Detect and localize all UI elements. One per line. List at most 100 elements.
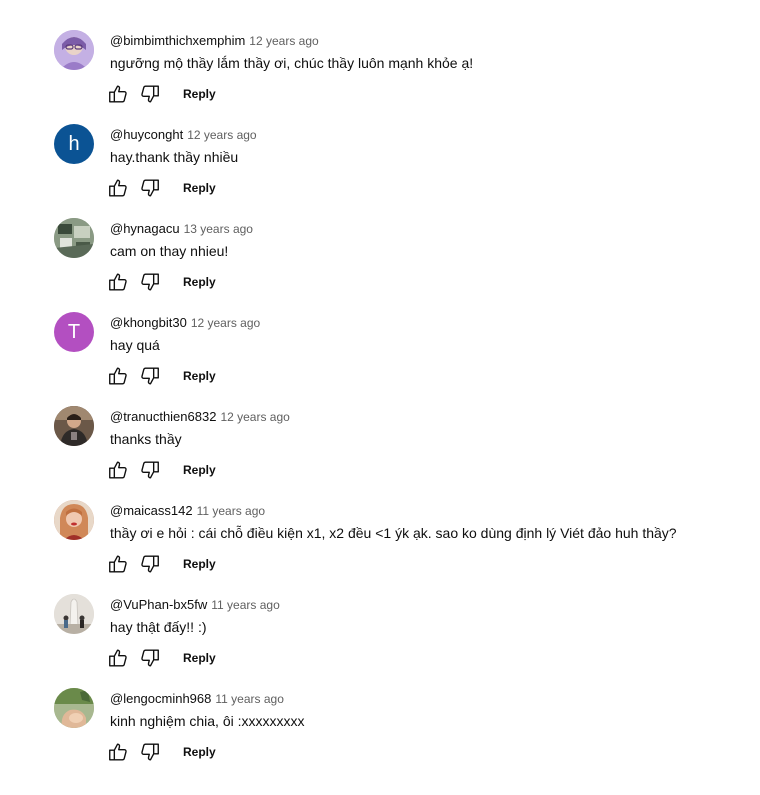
comment-time[interactable]: 11 years ago xyxy=(197,504,266,518)
reply-button[interactable]: Reply xyxy=(183,181,216,195)
thumb-up-icon xyxy=(109,649,127,667)
like-button[interactable] xyxy=(106,552,130,576)
reply-button[interactable]: Reply xyxy=(183,463,216,477)
author-handle[interactable]: @hynagacu xyxy=(110,221,180,236)
avatar[interactable] xyxy=(54,594,94,634)
thumb-up-icon xyxy=(109,555,127,573)
author-handle[interactable]: @lengocminh968 xyxy=(110,691,211,706)
comment-item: @tranucthien6832 12 years ago thanks thầ… xyxy=(0,406,760,500)
comment-meta: @lengocminh968 11 years ago xyxy=(110,691,750,709)
comment-item: @VuPhan-bx5fw 11 years ago hay thật đấy!… xyxy=(0,594,760,688)
comment-body: @khongbit30 12 years ago hay quá xyxy=(110,315,750,355)
comment-actions: Reply xyxy=(106,364,216,388)
avatar[interactable]: T xyxy=(54,312,94,352)
like-button[interactable] xyxy=(106,270,130,294)
dislike-button[interactable] xyxy=(138,552,162,576)
comment-meta: @maicass142 11 years ago xyxy=(110,503,750,521)
avatar[interactable] xyxy=(54,218,94,258)
comment-item: T @khongbit30 12 years ago hay quá Reply xyxy=(0,312,760,406)
avatar-photo-icon xyxy=(54,688,94,728)
dislike-button[interactable] xyxy=(138,82,162,106)
like-button[interactable] xyxy=(106,740,130,764)
author-handle[interactable]: @tranucthien6832 xyxy=(110,409,216,424)
like-button[interactable] xyxy=(106,176,130,200)
avatar-letter: h xyxy=(68,132,80,155)
avatar[interactable] xyxy=(54,30,94,70)
comment-text: hay thật đấy!! :) xyxy=(110,619,207,635)
dislike-button[interactable] xyxy=(138,740,162,764)
avatar[interactable]: h xyxy=(54,124,94,164)
avatar[interactable] xyxy=(54,500,94,540)
comment-meta: @bimbimthichxemphim 12 years ago xyxy=(110,33,750,51)
thumb-up-icon xyxy=(109,179,127,197)
comment-time[interactable]: 11 years ago xyxy=(215,692,284,706)
comment-text: thầy ơi e hỏi : cái chỗ điều kiện x1, x2… xyxy=(110,525,677,541)
dislike-button[interactable] xyxy=(138,270,162,294)
comment-time[interactable]: 12 years ago xyxy=(191,316,260,330)
thumb-down-icon xyxy=(141,555,159,573)
comment-actions: Reply xyxy=(106,552,216,576)
comment-body: @VuPhan-bx5fw 11 years ago hay thật đấy!… xyxy=(110,597,750,637)
comment-text: kinh nghiệm chia, ôi :xxxxxxxxx xyxy=(110,713,305,729)
comment-text: thanks thầy xyxy=(110,431,182,447)
thumb-down-icon xyxy=(141,743,159,761)
comment-body: @huyconght 12 years ago hay.thank thầy n… xyxy=(110,127,750,167)
author-handle[interactable]: @bimbimthichxemphim xyxy=(110,33,245,48)
reply-button[interactable]: Reply xyxy=(183,275,216,289)
comment-time[interactable]: 12 years ago xyxy=(220,410,289,424)
avatar-photo-icon xyxy=(54,406,94,446)
comment-item: @maicass142 11 years ago thầy ơi e hỏi :… xyxy=(0,500,760,594)
dislike-button[interactable] xyxy=(138,646,162,670)
thumb-down-icon xyxy=(141,273,159,291)
reply-button[interactable]: Reply xyxy=(183,87,216,101)
comment-text: cam on thay nhieu! xyxy=(110,243,229,259)
comment-text: ngưỡng mộ thầy lắm thầy ơi, chúc thầy lu… xyxy=(110,55,474,71)
author-handle[interactable]: @VuPhan-bx5fw xyxy=(110,597,207,612)
reply-button[interactable]: Reply xyxy=(183,369,216,383)
comment-meta: @tranucthien6832 12 years ago xyxy=(110,409,750,427)
comment-text: hay quá xyxy=(110,337,160,353)
comment-time[interactable]: 12 years ago xyxy=(249,34,318,48)
avatar-letter: T xyxy=(67,320,81,343)
comment-body: @lengocminh968 11 years ago kinh nghiệm … xyxy=(110,691,750,731)
comment-text: hay.thank thầy nhiều xyxy=(110,149,239,165)
comment-actions: Reply xyxy=(106,270,216,294)
comment-time[interactable]: 13 years ago xyxy=(184,222,253,236)
thumb-down-icon xyxy=(141,85,159,103)
comment-actions: Reply xyxy=(106,176,216,200)
author-handle[interactable]: @maicass142 xyxy=(110,503,193,518)
thumb-up-icon xyxy=(109,743,127,761)
comment-item: h @huyconght 12 years ago hay.thank thầy… xyxy=(0,124,760,218)
comment-meta: @khongbit30 12 years ago xyxy=(110,315,750,333)
comment-body: @bimbimthichxemphim 12 years ago ngưỡng … xyxy=(110,33,750,73)
reply-button[interactable]: Reply xyxy=(183,745,216,759)
comment-time[interactable]: 12 years ago xyxy=(187,128,256,142)
comment-meta: @huyconght 12 years ago xyxy=(110,127,750,145)
thumb-down-icon xyxy=(141,649,159,667)
thumb-down-icon xyxy=(141,179,159,197)
thumb-up-icon xyxy=(109,461,127,479)
like-button[interactable] xyxy=(106,82,130,106)
comment-meta: @VuPhan-bx5fw 11 years ago xyxy=(110,597,750,615)
like-button[interactable] xyxy=(106,646,130,670)
dislike-button[interactable] xyxy=(138,176,162,200)
comment-actions: Reply xyxy=(106,646,216,670)
like-button[interactable] xyxy=(106,458,130,482)
avatar[interactable] xyxy=(54,406,94,446)
comment-body: @tranucthien6832 12 years ago thanks thầ… xyxy=(110,409,750,449)
author-handle[interactable]: @khongbit30 xyxy=(110,315,187,330)
like-button[interactable] xyxy=(106,364,130,388)
dislike-button[interactable] xyxy=(138,364,162,388)
avatar[interactable] xyxy=(54,688,94,728)
avatar-photo-icon xyxy=(54,500,94,540)
reply-button[interactable]: Reply xyxy=(183,557,216,571)
comment-item: @lengocminh968 11 years ago kinh nghiệm … xyxy=(0,688,760,782)
comment-actions: Reply xyxy=(106,458,216,482)
comment-time[interactable]: 11 years ago xyxy=(211,598,280,612)
comment-item: @hynagacu 13 years ago cam on thay nhieu… xyxy=(0,218,760,312)
thumb-down-icon xyxy=(141,461,159,479)
author-handle[interactable]: @huyconght xyxy=(110,127,183,142)
reply-button[interactable]: Reply xyxy=(183,651,216,665)
dislike-button[interactable] xyxy=(138,458,162,482)
avatar-photo-icon xyxy=(54,30,94,70)
